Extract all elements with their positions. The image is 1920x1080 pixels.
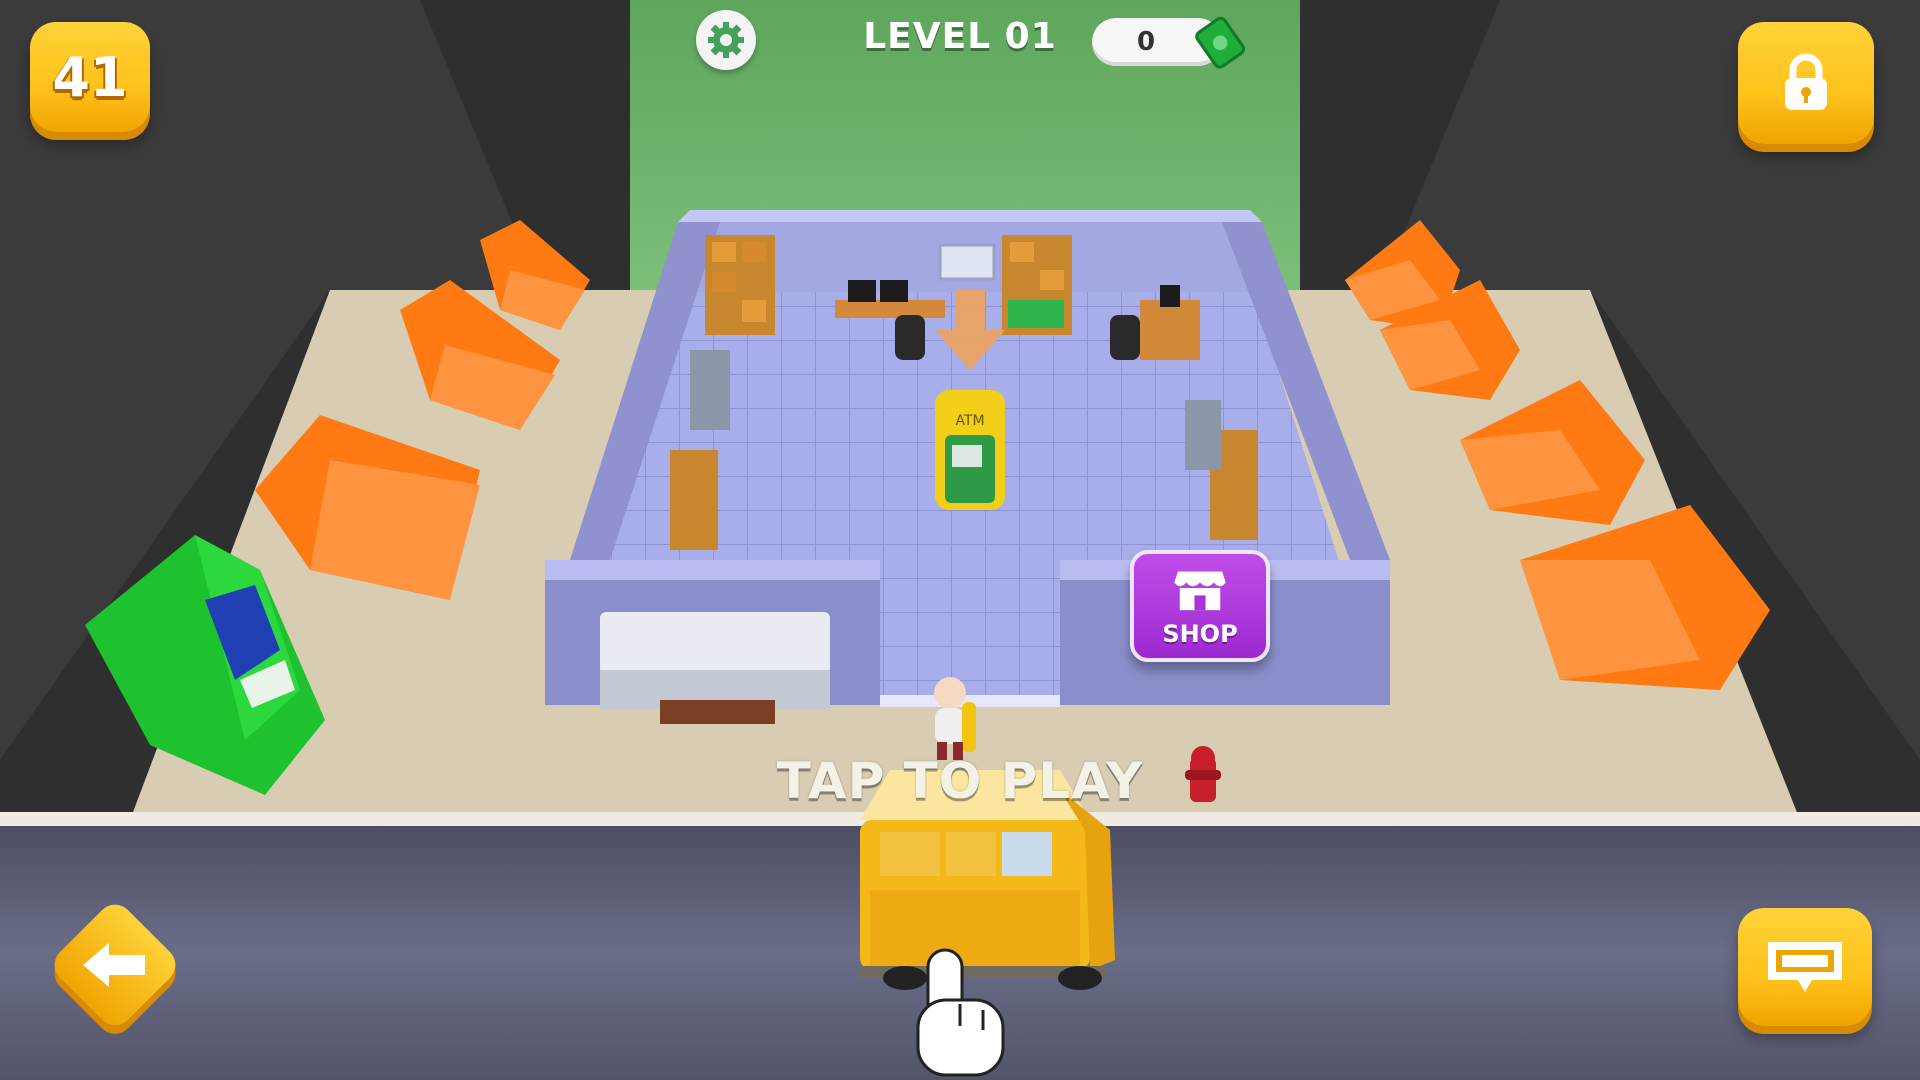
room-atm[interactable]: ATM — [935, 390, 1005, 510]
store-icon — [1174, 571, 1226, 611]
svg-text:ATM: ATM — [955, 413, 984, 429]
shop-label: SHOP — [1162, 620, 1238, 648]
doorway — [880, 580, 1060, 705]
level-title: LEVEL 01 — [863, 16, 1057, 57]
whiteboard — [938, 243, 996, 281]
atm-icon — [1768, 942, 1842, 992]
shelf-center-back — [1002, 235, 1072, 335]
room-front-wall-left-top — [545, 560, 880, 580]
money-counter: 0 — [1092, 16, 1246, 69]
lock-button[interactable] — [1738, 22, 1874, 144]
cabinet-left — [690, 350, 730, 430]
shop-button[interactable]: SHOP — [1130, 550, 1270, 662]
cash-icon — [1195, 16, 1246, 69]
level-count-badge[interactable]: 41 — [30, 22, 150, 132]
tap-to-play-prompt[interactable]: TAP TO PLAY — [760, 752, 1160, 810]
back-button[interactable] — [47, 897, 183, 1033]
shelf-left-back — [705, 235, 775, 335]
lock-icon — [1785, 53, 1827, 110]
level-count: 41 — [52, 45, 128, 109]
money-value: 0 — [1136, 27, 1156, 57]
cabinet-right — [1185, 400, 1221, 470]
arrow-left-icon — [83, 943, 145, 987]
settings-button[interactable] — [696, 10, 756, 70]
game-scene[interactable]: ATM — [0, 0, 1920, 1080]
room-wall-top-back — [678, 210, 1262, 222]
atm-button[interactable] — [1738, 908, 1872, 1026]
gear-icon — [708, 22, 744, 58]
shelf-left-side — [670, 450, 718, 550]
counter — [600, 612, 830, 724]
